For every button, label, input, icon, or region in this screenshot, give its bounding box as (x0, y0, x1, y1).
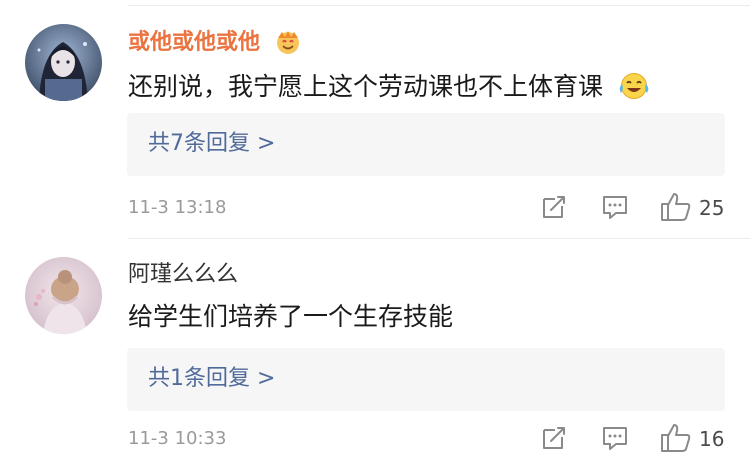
avatar-image-icon (25, 257, 102, 334)
repost-icon[interactable] (539, 423, 569, 453)
comment-item: 阿瑾么么么 给学生们培养了一个生存技能 共1条回复 > 11-3 10:33 1… (0, 240, 750, 475)
like-thumbs-up-icon[interactable] (659, 421, 693, 455)
username-text[interactable]: 阿瑾么么么 (128, 262, 238, 287)
comment-text: 还别说，我宁愿上这个劳动课也不上体育课 (128, 72, 604, 101)
comment-meta: 11-3 13:18 25 (0, 190, 750, 230)
reply-comment-icon[interactable] (600, 192, 630, 222)
comment-meta: 11-3 10:33 16 (0, 421, 750, 461)
replies-box[interactable]: 共7条回复 > (127, 113, 725, 176)
repost-icon[interactable] (539, 192, 569, 222)
avatar-image-icon (25, 24, 102, 101)
comment-divider (128, 238, 750, 239)
view-replies-link[interactable]: 共7条回复 > (148, 128, 275, 160)
vip-badge-icon (276, 31, 299, 54)
comment-content: 还别说，我宁愿上这个劳动课也不上体育课 (128, 70, 651, 104)
timestamp: 11-3 10:33 (128, 428, 227, 449)
comment-content: 给学生们培养了一个生存技能 (128, 300, 453, 334)
timestamp: 11-3 13:18 (128, 197, 227, 218)
username-text[interactable]: 或他或他或他 (128, 30, 260, 55)
laugh-cry-emoji-icon (619, 73, 649, 99)
view-replies-link[interactable]: 共1条回复 > (148, 363, 275, 395)
username[interactable]: 阿瑾么么么 (128, 261, 238, 289)
like-thumbs-up-icon[interactable] (659, 190, 693, 224)
like-count: 25 (699, 196, 725, 220)
comment-text: 给学生们培养了一个生存技能 (128, 302, 454, 331)
avatar[interactable] (25, 257, 102, 334)
username[interactable]: 或他或他或他 (128, 29, 302, 57)
like-count: 16 (699, 427, 725, 451)
replies-box[interactable]: 共1条回复 > (127, 348, 725, 411)
avatar[interactable] (25, 24, 102, 101)
comment-item: 或他或他或他 还别说，我宁愿上这个劳动课也不上体育课 共7条回复 > 11-3 … (0, 6, 750, 238)
reply-comment-icon[interactable] (600, 423, 630, 453)
